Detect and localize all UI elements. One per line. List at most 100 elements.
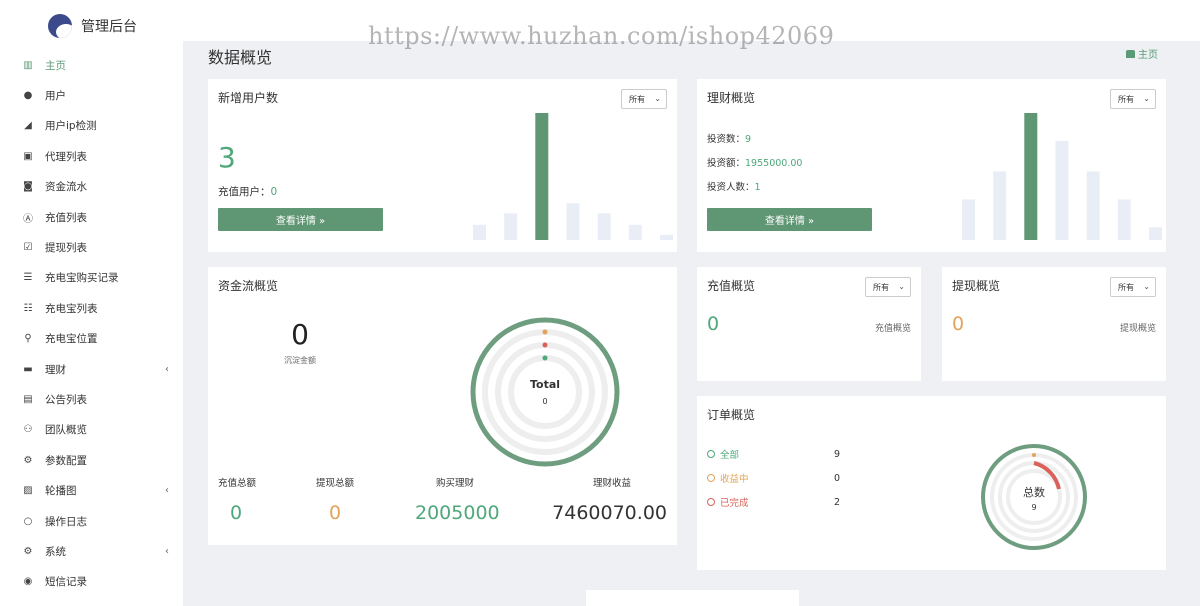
check-square-icon: ☑	[23, 242, 33, 254]
legend-label: 全部	[720, 450, 740, 461]
chevron-left-icon: ‹	[165, 545, 169, 557]
sidebar-item[interactable]: ▥ 主页	[0, 50, 183, 80]
recharge-card: 充值概览 所有 ⌄ 0 充值概览	[697, 267, 921, 381]
chevron-down-icon: ⌄	[1143, 94, 1150, 103]
brand[interactable]: 管理后台	[48, 12, 137, 40]
finance-stat-row: 投资额：1955000.00	[707, 155, 802, 169]
chevron-down-icon: ⌄	[1143, 282, 1150, 291]
sidebar-item-label: 用户ip检测	[45, 120, 97, 133]
orders-ring-value: 9	[1031, 503, 1037, 512]
sidebar-item[interactable]: ▣ 代理列表	[0, 141, 183, 171]
finance-card: 理财概览 所有 ⌄ 投资数：9 投资额：1955000.00 投资人数：1 查看…	[697, 79, 1166, 252]
bar	[660, 234, 673, 240]
sidebar-item-label: 理财	[45, 363, 66, 376]
sidebar-item-label: 充电宝购买记录	[45, 272, 119, 285]
withdraw-card: 提现概览 所有 ⌄ 0 提现概览	[942, 267, 1166, 381]
finance-filter-select[interactable]: 所有 ⌄	[1110, 89, 1156, 109]
sidebar-item-label: 充电宝列表	[45, 302, 98, 315]
users-icon: ⚇	[23, 424, 33, 436]
recharge-title: 充值概览	[707, 279, 756, 293]
sidebar-item[interactable]: ☑ 提现列表	[0, 232, 183, 262]
recharge-filter-select[interactable]: 所有 ⌄	[865, 277, 911, 297]
sidebar-item[interactable]: ◢ 用户ip检测	[0, 111, 183, 141]
sidebar-item[interactable]: ☰ 充电宝购买记录	[0, 263, 183, 293]
new-users-filter-value: 所有	[629, 94, 645, 104]
bar-chart-icon: ▥	[23, 59, 33, 71]
finance-income-label: 理财收益	[593, 478, 632, 489]
circle-icon: ○	[23, 515, 33, 527]
investment-amount-label: 投资额：	[707, 158, 746, 169]
cogs-icon: ⚙	[23, 454, 33, 466]
investor-count-value: 1	[754, 182, 761, 193]
orders-ring-title: 总数	[1023, 486, 1045, 499]
finance-details-button[interactable]: 查看详情 »	[707, 208, 872, 231]
withdraw-filter-select[interactable]: 所有 ⌄	[1110, 277, 1156, 297]
bar	[473, 224, 486, 240]
withdraw-total-value: 0	[329, 502, 342, 524]
bar	[1055, 140, 1069, 240]
legend-label: 收益中	[720, 474, 749, 485]
purchase-finance-label: 购买理财	[436, 478, 475, 489]
sidebar-item-label: 用户	[45, 90, 66, 103]
gear-icon: ⚙	[23, 545, 33, 557]
bar	[628, 224, 642, 240]
sidebar-item[interactable]: ● 用户	[0, 80, 183, 110]
bar	[1117, 199, 1131, 240]
new-users-filter-select[interactable]: 所有 ⌄	[621, 89, 667, 109]
withdraw-filter-value: 所有	[1118, 282, 1134, 292]
sidebar-item-label: 短信记录	[45, 576, 87, 589]
sidebar-item-label: 参数配置	[45, 454, 87, 467]
bar	[1149, 227, 1162, 240]
investment-count-value: 9	[745, 134, 752, 145]
bottom-panel	[586, 590, 799, 606]
finance-title: 理财概览	[707, 91, 756, 105]
recharge-value: 0	[707, 313, 720, 335]
investor-count-label: 投资人数：	[707, 182, 755, 193]
bar	[504, 213, 518, 240]
sidebar-item[interactable]: ○ 操作日志	[0, 506, 183, 536]
legend-value: 9	[834, 448, 841, 460]
font-icon: Ⓐ	[23, 213, 33, 225]
sidebar-item[interactable]: ◙ 资金流水	[0, 172, 183, 202]
bar	[993, 171, 1007, 240]
new-users-details-button[interactable]: 查看详情 »	[218, 208, 383, 231]
legend-value: 0	[834, 472, 841, 484]
sidebar-item[interactable]: ☷ 充电宝列表	[0, 293, 183, 323]
sidebar-item-label: 系统	[45, 545, 66, 558]
sidebar-item[interactable]: Ⓐ 充值列表	[0, 202, 183, 232]
deposit-balance-label: 沉淀金额	[284, 356, 316, 365]
finance-stat-row: 投资人数：1	[707, 179, 761, 193]
sidebar-item-label: 提现列表	[45, 242, 87, 255]
sidebar-item-label: 公告列表	[45, 393, 87, 406]
breadcrumb[interactable]: 主页	[1126, 46, 1158, 61]
legend-circle-icon	[707, 498, 715, 506]
total-ring-chart	[470, 317, 620, 467]
orders-legend-row: 已完成 2	[707, 495, 847, 509]
sidebar-item[interactable]: ▤ 公告列表	[0, 384, 183, 414]
sidebar-item[interactable]: ▬ 理财 ‹	[0, 354, 183, 384]
money-icon: ◙	[23, 181, 33, 193]
chevron-left-icon: ‹	[165, 363, 169, 375]
sidebar-item[interactable]: ⚙ 参数配置	[0, 445, 183, 475]
finance-income-value: 7460070.00	[552, 502, 667, 524]
withdraw-value: 0	[952, 313, 965, 335]
deposit-balance-value: 0	[291, 318, 309, 351]
signal-icon: ◢	[24, 120, 32, 132]
brand-title: 管理后台	[81, 19, 137, 35]
sidebar-menu: ▥ 主页 ● 用户 ◢ 用户ip检测 ▣ 代理列表 ◙ 资金流水 Ⓐ 充值列表 ☑ 提现列表 ☰ 充电宝购买记…	[0, 50, 183, 597]
sidebar-item[interactable]: ◉ 短信记录	[0, 567, 183, 597]
sidebar-item-label: 充值列表	[45, 211, 87, 224]
sidebar-item[interactable]: ▨ 轮播图 ‹	[0, 475, 183, 505]
new-users-card: 新增用户数 所有 ⌄ 3 充值用户：0 查看详情 »	[208, 79, 677, 252]
chevron-left-icon: ‹	[165, 485, 169, 497]
image-icon: ▨	[23, 485, 33, 497]
breadcrumb-home[interactable]: 主页	[1138, 46, 1158, 61]
sidebar-item[interactable]: ⚙ 系统 ‹	[0, 536, 183, 566]
recharge-filter-value: 所有	[873, 282, 889, 292]
sidebar-item[interactable]: ⚇ 团队概览	[0, 415, 183, 445]
finance-bar-chart	[962, 113, 1162, 240]
sidebar-item[interactable]: ⚲ 充电宝位置	[0, 324, 183, 354]
contact-card-icon: ▣	[23, 150, 33, 162]
orders-legend-row: 收益中 0	[707, 471, 847, 485]
orders-card: 订单概览 全部 9 收益中 0 已完成 2 总数 9	[697, 396, 1166, 570]
